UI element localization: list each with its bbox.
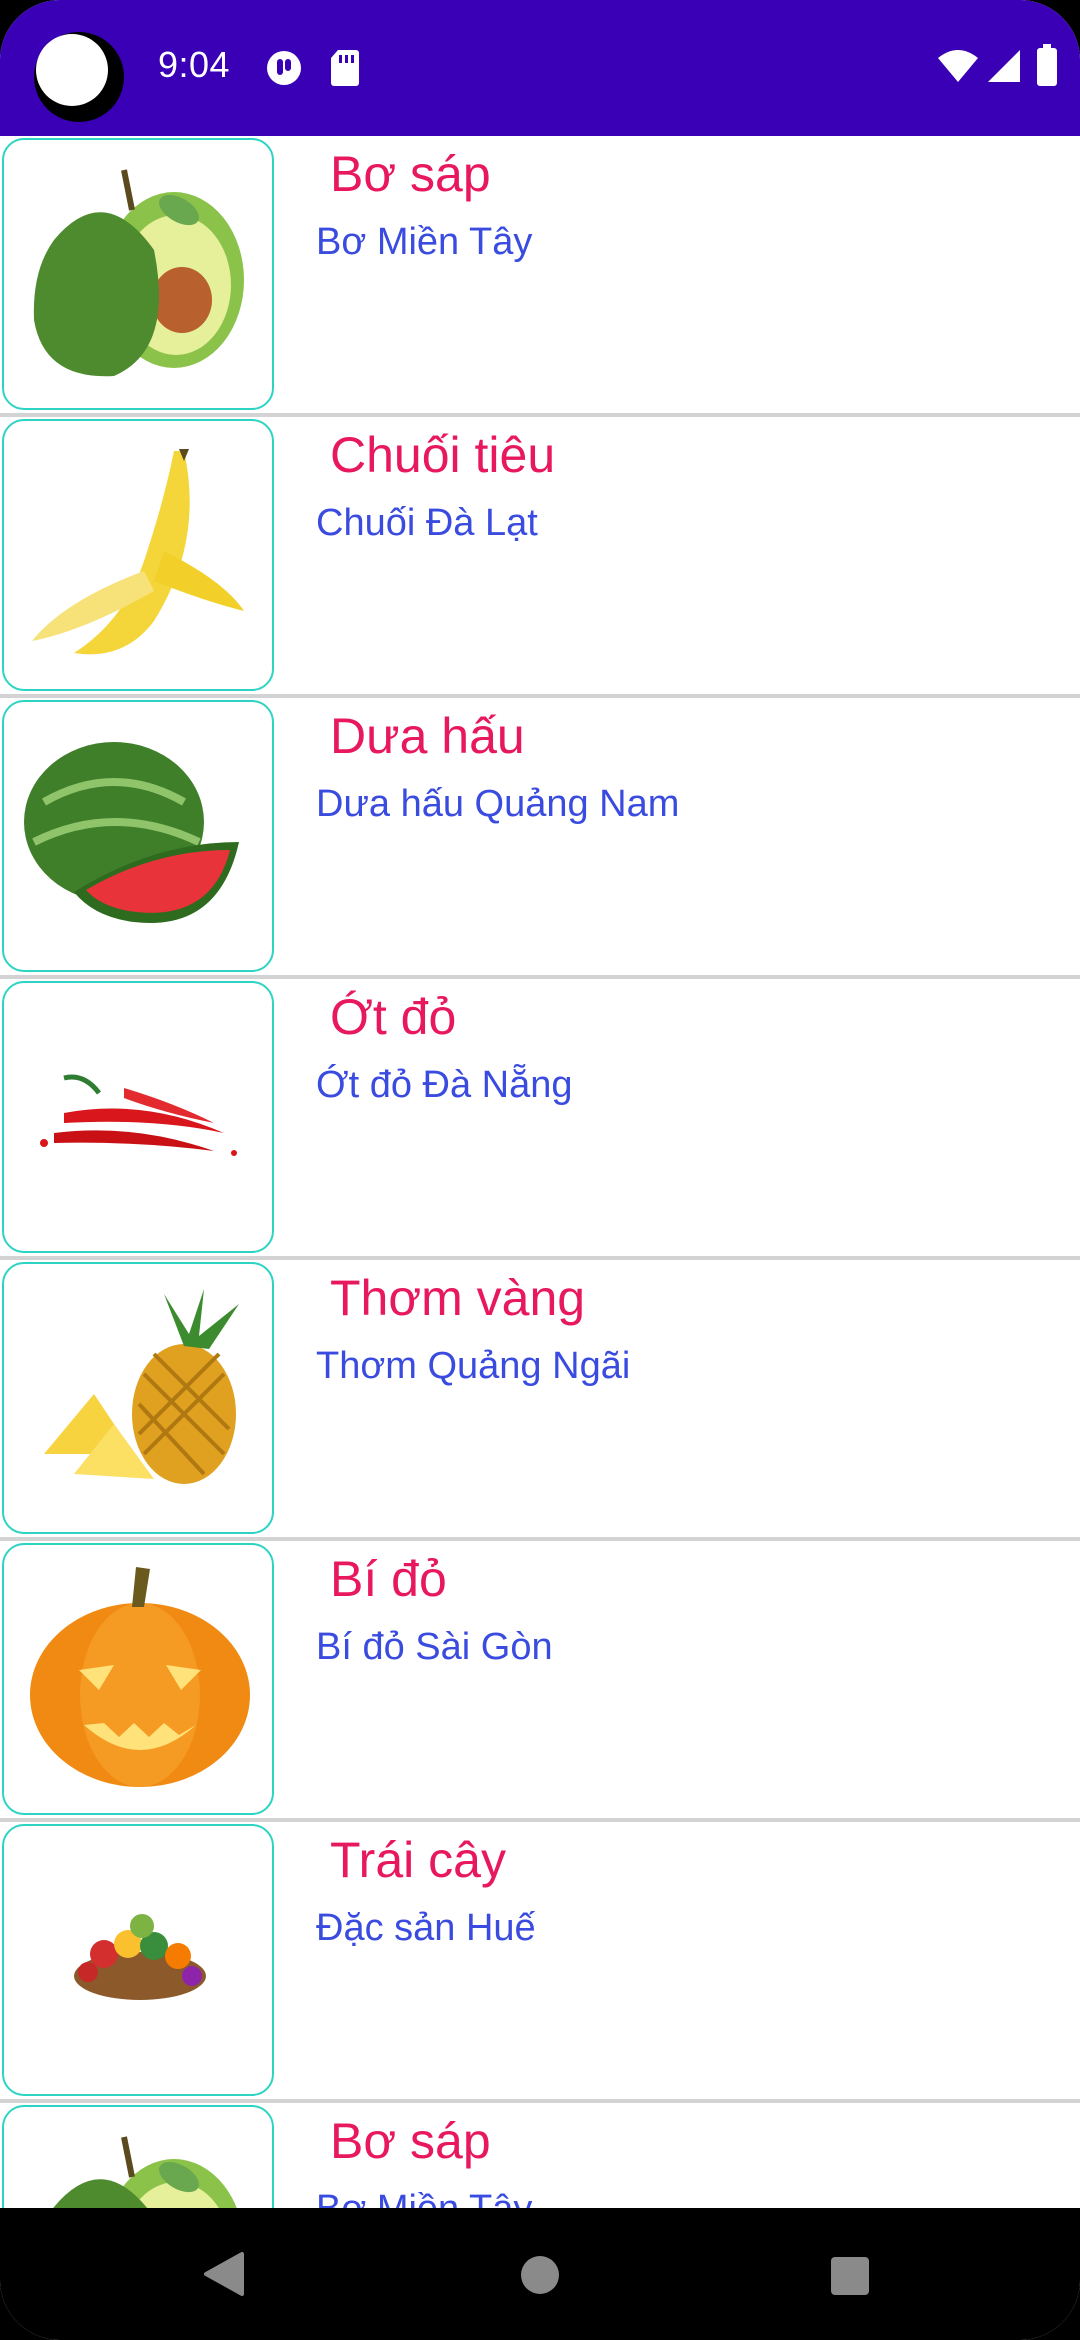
product-subtitle: Chuối Đà Lạt <box>316 502 538 544</box>
product-title: Bơ sáp <box>330 146 491 202</box>
status-time: 9:04 <box>158 44 231 85</box>
product-thumbnail <box>2 2105 274 2208</box>
product-subtitle: Bơ Miền Tây <box>316 2187 532 2208</box>
product-title: Bí đỏ <box>330 1551 447 1607</box>
home-icon[interactable] <box>519 2254 561 2301</box>
list-item[interactable]: Bí đỏ Bí đỏ Sài Gòn <box>0 1541 1080 1822</box>
product-title: Trái cây <box>330 1832 506 1888</box>
list-item[interactable]: Bơ sáp Bơ Miền Tây <box>0 136 1080 417</box>
battery-icon <box>1036 44 1058 86</box>
signal-icon <box>986 48 1022 84</box>
list-item[interactable]: Dưa hấu Dưa hấu Quảng Nam <box>0 698 1080 979</box>
back-icon[interactable] <box>200 2250 248 2303</box>
product-subtitle: Dưa hấu Quảng Nam <box>316 783 680 825</box>
pumpkin-image <box>30 1567 250 1787</box>
list-item[interactable]: Bơ sáp Bơ Miền Tây <box>0 2103 1080 2208</box>
product-subtitle: Thơm Quảng Ngãi <box>316 1345 631 1387</box>
banana-image <box>32 449 244 655</box>
wifi-icon <box>936 48 980 84</box>
recents-icon[interactable] <box>829 2255 871 2302</box>
watermelon-image <box>24 742 239 923</box>
list-item[interactable]: Trái cây Đặc sản Huế <box>0 1822 1080 2103</box>
chili-image <box>40 1074 237 1156</box>
product-subtitle: Bơ Miền Tây <box>316 221 533 263</box>
product-thumbnail <box>2 981 274 1253</box>
product-thumbnail <box>2 1824 274 2096</box>
pineapple-image <box>44 1289 239 1484</box>
product-subtitle: Đặc sản Huế <box>316 1907 536 1949</box>
product-title: Ớt đỏ <box>330 989 457 1045</box>
navigation-bar <box>0 2208 1080 2340</box>
product-thumbnail <box>2 1543 274 1815</box>
product-thumbnail <box>2 700 274 972</box>
fruit-basket-image <box>74 1914 206 2000</box>
product-list[interactable]: Bơ sáp Bơ Miền Tây Chuối tiêu Chuối Đà L… <box>0 136 1080 2208</box>
product-thumbnail <box>2 419 274 691</box>
product-title: Bơ sáp <box>330 2113 491 2169</box>
product-title: Thơm vàng <box>330 1270 586 1326</box>
notification-app-icon <box>264 48 304 88</box>
list-item[interactable]: Ớt đỏ Ớt đỏ Đà Nẵng <box>0 979 1080 1260</box>
list-item[interactable]: Thơm vàng Thơm Quảng Ngãi <box>0 1260 1080 1541</box>
product-subtitle: Ớt đỏ Đà Nẵng <box>316 1064 573 1106</box>
avocado-image <box>53 2136 237 2208</box>
status-bar: 9:04 <box>0 0 1080 136</box>
camera-lens <box>36 34 108 106</box>
product-title: Chuối tiêu <box>330 427 556 483</box>
product-subtitle: Bí đỏ Sài Gòn <box>316 1626 553 1668</box>
product-title: Dưa hấu <box>330 708 525 764</box>
sd-card-icon <box>330 48 360 88</box>
product-thumbnail <box>2 138 274 410</box>
app-screen: 9:04 Bơ sáp Bơ Miền Tây Chuối tiêu Chuối… <box>0 0 1080 2340</box>
avocado-image <box>33 169 244 377</box>
product-thumbnail <box>2 1262 274 1534</box>
list-item[interactable]: Chuối tiêu Chuối Đà Lạt <box>0 417 1080 698</box>
